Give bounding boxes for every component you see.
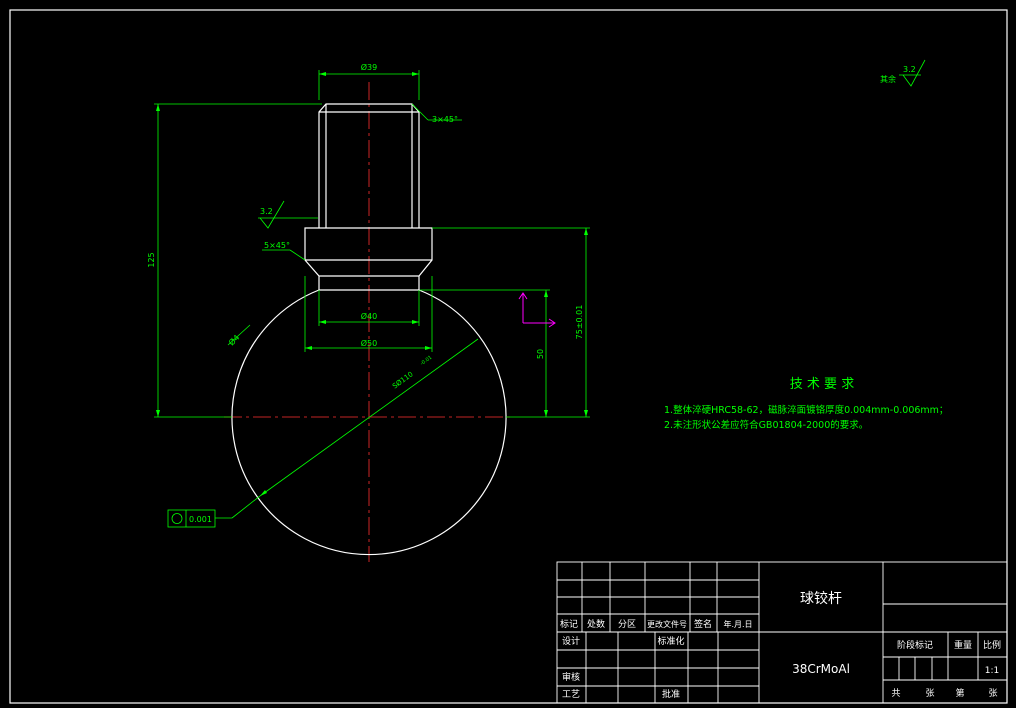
dim-chamfer-top: 3×45° [432,115,458,124]
surface-finish-left-value: 3.2 [260,207,273,216]
header-mark: 标记 [560,618,578,630]
material: 38CrMoAl [792,662,850,676]
label-approve: 批准 [662,688,680,700]
part-name: 球铰杆 [800,591,842,607]
label-scale: 比例 [983,639,1001,651]
scale-value: 1:1 [985,666,999,676]
label-review: 审核 [562,671,580,683]
header-date: 年.月.日 [723,619,752,629]
label-weight: 重量 [954,639,972,651]
title-block [556,561,1008,704]
dim-len75: 75±0.01 [575,305,584,340]
tech-title: 技 术 要 求 [790,377,854,392]
tech-requirements: 技 术 要 求 1.整体淬硬HRC58-62，磁脉淬面镀铬厚度0.004mm-0… [664,377,948,431]
header-zone: 分区 [618,619,636,630]
label-sheet-no: 第 [955,687,964,699]
label-process: 工艺 [562,689,580,700]
dim-len50: 50 [536,349,545,359]
dim-d40: Ø40 [361,311,377,321]
surface-finish-corner-value: 3.2 [903,65,916,74]
tech-line-2: 2.未注形状公差应符合GB01804-2000的要求。 [664,419,868,431]
dim-d50: Ø50 [361,338,377,348]
label-sheet-unit-2: 张 [988,688,997,699]
drawing-border [9,9,1008,704]
dim-d39: Ø39 [361,62,377,72]
dimension-texts: Ø39 3×45° 5×45° Ø40 Ø50 125 50 75±0.01 Ø… [147,62,916,524]
surface-finish-corner-label: 其余 [880,74,896,84]
title-block-texts: 标记 处数 分区 更改文件号 签名 年.月.日 设计 标准化 审核 工艺 批准 … [560,591,1001,700]
dim-chamfer-mid: 5×45° [264,241,290,250]
cad-drawing: Ø39 3×45° 5×45° Ø40 Ø50 125 50 75±0.01 Ø… [0,0,1016,708]
header-count: 处数 [587,618,605,630]
ucs-icon [518,292,556,328]
label-design: 设计 [562,635,580,647]
dimension-arrows [156,72,588,496]
label-standardization: 标准化 [657,635,684,647]
dim-sphere-tol: -0.01 [419,355,433,367]
tech-line-1: 1.整体淬硬HRC58-62，磁脉淬面镀铬厚度0.004mm-0.006mm； [664,404,948,416]
tolerance-value: 0.001 [189,515,212,524]
dimension-lines [154,59,926,528]
header-sign: 签名 [694,618,712,630]
label-sheet-unit-1: 张 [925,688,934,699]
label-sheets-total: 共 [891,688,900,699]
dim-len125: 125 [147,252,156,267]
header-change-doc: 更改文件号 [647,619,687,629]
label-stage-mark: 阶段标记 [897,639,933,651]
